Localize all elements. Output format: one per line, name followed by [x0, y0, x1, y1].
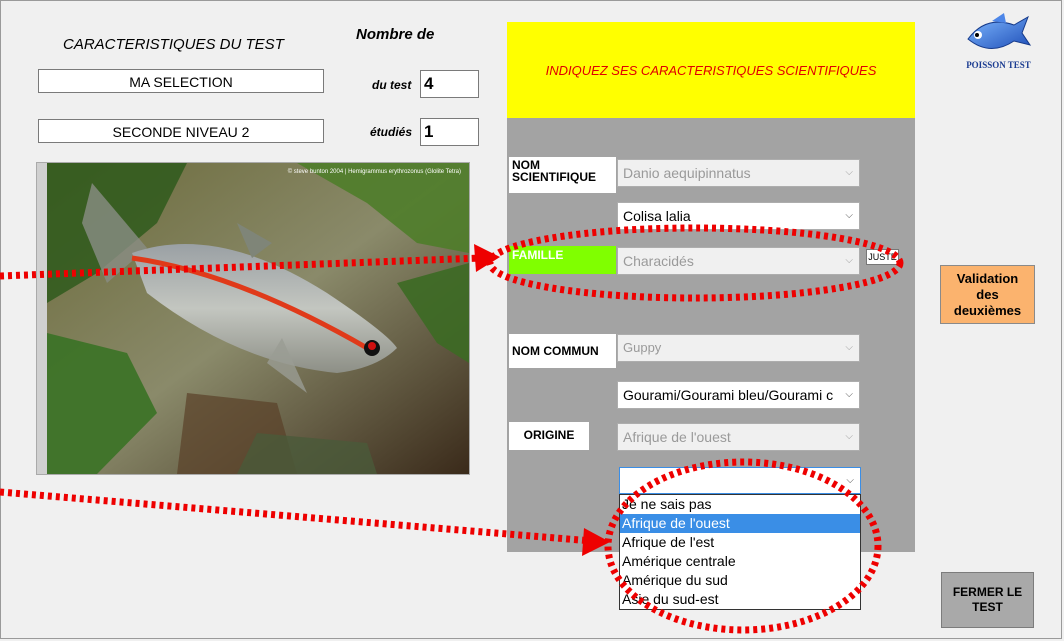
origine-dropdown-list: Je ne sais pas Afrique de l'ouest Afrique … [619, 494, 861, 610]
panel-header: INDIQUEZ SES CARACTERISTIQUES SCIENTIFIQ… [507, 22, 915, 118]
level-field[interactable]: SECONDE NIVEAU 2 [38, 119, 324, 143]
origine-combo[interactable]: Afrique de l'ouest ⌵ [617, 423, 860, 451]
nom-scientifique-value: Danio aequipinnatus [623, 165, 751, 181]
nom-scientifique-answer-combo[interactable]: Colisa lalia ⌵ [617, 202, 860, 230]
dropdown-option[interactable]: Afrique de l'ouest [620, 514, 860, 533]
famille-value: Characidés [623, 253, 694, 269]
chevron-down-icon: ⌵ [845, 167, 853, 178]
photo-caption: © steve bunton 2004 | Hemigrammus erythr… [288, 168, 461, 175]
origine-value: Afrique de l'ouest [623, 429, 731, 445]
du-test-count[interactable]: 4 [420, 70, 479, 98]
chevron-down-icon: ⌵ [845, 389, 853, 400]
validation-button[interactable]: Validation des deuxièmes [940, 265, 1035, 324]
chevron-down-icon: ⌵ [846, 475, 854, 486]
chevron-down-icon: ⌵ [845, 255, 853, 266]
nom-commun-combo[interactable]: Guppy ⌵ [617, 334, 860, 362]
dropdown-option[interactable]: Asie du sud-est [620, 590, 860, 609]
nom-commun-label: NOM COMMUN [509, 334, 616, 368]
selection-field[interactable]: MA SELECTION [38, 69, 324, 93]
du-test-label: du test [372, 78, 412, 92]
nom-commun-value: Guppy [623, 340, 662, 355]
fish-logo-icon [967, 13, 1032, 49]
nom-commun-answer-combo[interactable]: Gourami/Gourami bleu/Gourami c ⌵ [617, 381, 860, 409]
nom-scientifique-label: NOM SCIENTIFIQUE [509, 157, 616, 193]
nom-scientifique-combo[interactable]: Danio aequipinnatus ⌵ [617, 159, 860, 187]
origine-answer-combo[interactable]: ⌵ [619, 467, 861, 494]
test-characteristics-title: CARACTERISTIQUES DU TEST [63, 36, 284, 53]
juste-badge: JUSTE [866, 249, 899, 265]
count-header: Nombre de [356, 26, 435, 43]
nom-commun-answer: Gourami/Gourami bleu/Gourami c [623, 387, 834, 403]
chevron-down-icon: ⌵ [845, 431, 853, 442]
etudies-label: étudiés [370, 125, 413, 139]
famille-label: FAMILLE [509, 246, 616, 274]
nom-scientifique-answer: Colisa lalia [623, 208, 691, 224]
close-test-button[interactable]: FERMER LE TEST [941, 572, 1034, 628]
logo-text: POISSON TEST [966, 60, 1031, 70]
fish-photo: © steve bunton 2004 | Hemigrammus erythr… [36, 162, 470, 475]
etudies-count[interactable]: 1 [420, 118, 479, 146]
dropdown-option[interactable]: Afrique de l'est [620, 533, 860, 552]
origine-label: ORIGINE [509, 422, 589, 450]
panel-header-text: INDIQUEZ SES CARACTERISTIQUES SCIENTIFIQ… [545, 62, 877, 78]
chevron-down-icon: ⌵ [845, 342, 853, 353]
fish-photo-image: © steve bunton 2004 | Hemigrammus erythr… [37, 163, 469, 474]
dropdown-option[interactable]: Je ne sais pas [620, 495, 860, 514]
close-test-button-label: FERMER LE TEST [952, 585, 1023, 614]
poisson-test-logo: POISSON TEST [956, 11, 1041, 76]
validation-button-label: Validation des deuxièmes [953, 270, 1022, 318]
famille-combo[interactable]: Characidés ⌵ [617, 247, 860, 275]
chevron-down-icon: ⌵ [845, 210, 853, 221]
dropdown-option[interactable]: Amérique du sud [620, 571, 860, 590]
dropdown-option[interactable]: Amérique centrale [620, 552, 860, 571]
